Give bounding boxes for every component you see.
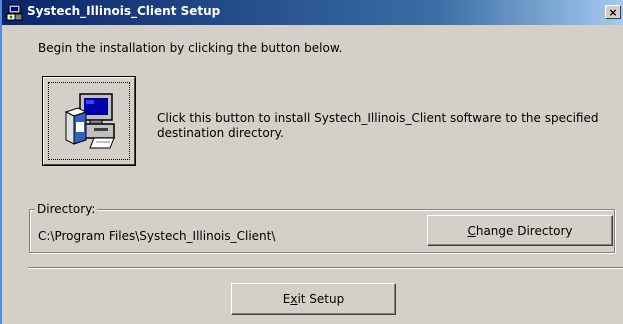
install-button[interactable] [42,76,136,166]
exit-mnemonic: x [290,292,298,306]
exit-setup-button[interactable]: Ex it Setup [231,283,396,315]
setup-app-icon [6,4,23,21]
change-directory-mnemonic: C [467,223,476,238]
close-icon: × [608,5,618,19]
setup-window: Systech_Illinois_Client Setup × Begin th… [0,0,623,324]
intro-text: Begin the installation by clicking the b… [38,41,343,55]
computer-install-icon [64,93,115,149]
separator-line [28,267,623,269]
window-title: Systech_Illinois_Client Setup [27,4,221,18]
change-directory-label: hange Directory [475,223,573,238]
directory-path: C:\Program Files\Systech_Illinois_Client… [38,229,276,243]
change-directory-button[interactable]: Change Directory [427,215,613,246]
title-bar[interactable]: Systech_Illinois_Client Setup × [2,0,623,25]
install-description: Click this button to install Systech_Ill… [157,111,599,140]
exit-label-end: it Setup [297,292,345,306]
exit-label-start: E [282,292,291,306]
directory-label: Directory: [35,202,98,216]
close-button[interactable]: × [605,5,621,19]
